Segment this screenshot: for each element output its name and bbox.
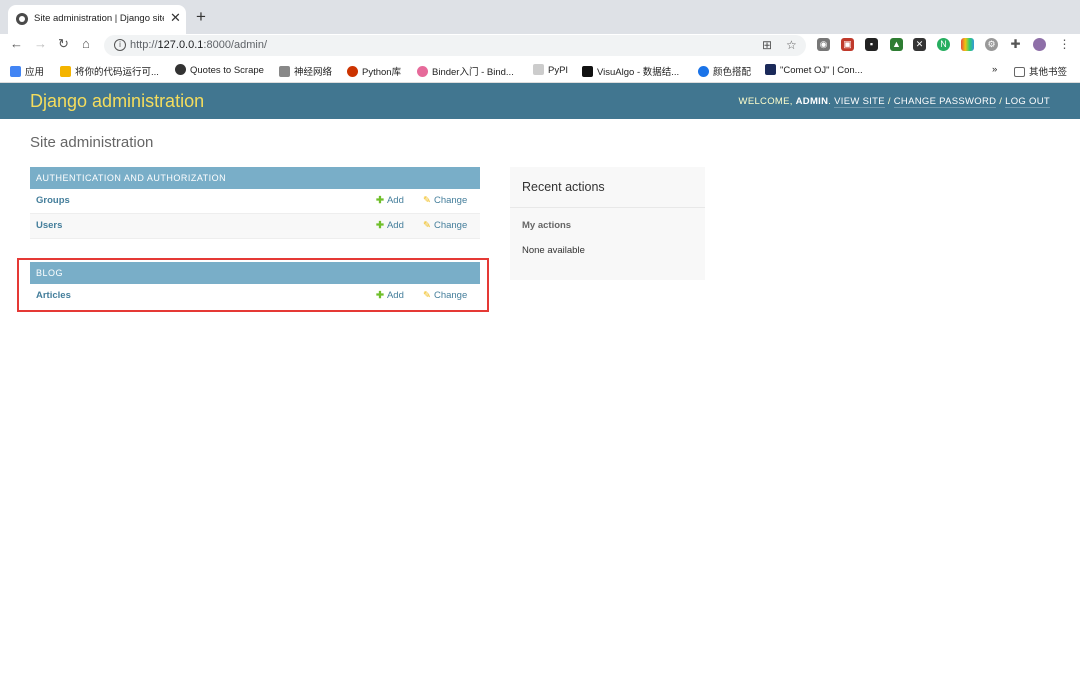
folder-icon [1014,67,1025,77]
view-site-link[interactable]: VIEW SITE [834,96,885,108]
add-groups-button[interactable]: ✚ Add [376,195,404,206]
change-password-link[interactable]: CHANGE PASSWORD [893,96,997,108]
table-row: Groups ✚ Add ✎ Change [30,189,480,214]
apps-grid-icon [10,66,21,77]
close-tab-icon[interactable]: ✕ [170,10,181,26]
info-icon[interactable]: i [114,39,126,51]
extensions-puzzle-icon[interactable]: ✚ [1009,38,1022,51]
x-extension-icon[interactable]: ✕ [913,38,926,51]
log-out-link[interactable]: LOG OUT [1005,96,1050,108]
image-icon [279,66,290,77]
table-row: Users ✚ Add ✎ Change [30,214,480,239]
forward-icon[interactable]: → [34,36,47,51]
address-bar[interactable]: i http://127.0.0.1:8000/admin/ ⊞ ☆ [104,35,806,56]
my-actions-heading: My actions [522,220,572,231]
bookmark-item[interactable]: Quotes to Scrape [175,64,264,76]
browser-tab[interactable]: Site administration | Django site admin … [8,5,186,34]
bookmark-apps[interactable]: 应用 [10,64,44,78]
visualgo-icon [582,66,593,77]
username: ADMIN [795,96,829,107]
pencil-icon: ✎ [423,220,431,231]
tab-title: Site administration | Django site admin [34,13,164,24]
globe-icon [16,13,28,25]
python-lib-icon [347,66,358,77]
bookmark-item[interactable]: "Comet OJ" | Con... [765,64,863,76]
separator: / [887,96,891,107]
divider [510,207,705,208]
bookmark-star-icon[interactable]: ☆ [786,38,797,52]
extension-icon[interactable]: ▪ [865,38,878,51]
avatar[interactable] [1033,38,1046,51]
home-icon[interactable]: ⌂ [82,36,90,51]
globe-icon [175,64,186,75]
bookmarks-bar: 应用 将你的代码运行可... Quotes to Scrape 神经网络 Pyt… [0,59,1080,83]
python-icon [60,66,71,77]
model-link-users[interactable]: Users [36,220,62,231]
plus-icon: ✚ [376,220,384,231]
camera-extension-icon[interactable]: ◉ [817,38,830,51]
url-text: http://127.0.0.1:8000/admin/ [130,39,268,51]
pencil-icon: ✎ [423,195,431,206]
back-icon[interactable]: ← [10,36,23,51]
page-title: Site administration [30,134,154,151]
module-auth: AUTHENTICATION AND AUTHORIZATION Groups … [30,167,480,239]
browser-tab-bar: Site administration | Django site admin … [0,0,1080,34]
model-link-groups[interactable]: Groups [36,195,70,206]
n-extension-icon[interactable]: N [937,38,950,51]
comet-oj-icon [765,64,776,75]
bookmark-item[interactable]: 神经网络 [279,64,332,78]
plus-icon: ✚ [376,195,384,206]
django-header: Django administration WELCOME, ADMIN. VI… [0,83,1080,119]
menu-icon[interactable]: ⋮ [1058,38,1071,51]
other-bookmarks[interactable]: 其他书签 [1014,64,1067,78]
color-extension-icon[interactable] [961,38,974,51]
color-icon [698,66,709,77]
bookmarks-overflow-button[interactable]: » [992,64,997,75]
binder-icon [417,66,428,77]
bookmark-item[interactable]: PyPI [533,64,568,76]
on-extension-icon[interactable]: ▲ [890,38,903,51]
user-tools: WELCOME, ADMIN. VIEW SITE / CHANGE PASSW… [738,96,1050,108]
bookmark-item[interactable]: VisuAlgo - 数据结... [582,64,679,78]
module-caption[interactable]: AUTHENTICATION AND AUTHORIZATION [30,167,480,189]
add-users-button[interactable]: ✚ Add [376,220,404,231]
bookmark-item[interactable]: 颜色搭配 [698,64,751,78]
empty-state-text: None available [522,245,585,256]
change-users-button[interactable]: ✎ Change [423,220,467,231]
pypi-icon [533,64,544,75]
bookmark-item[interactable]: Binder入门 - Bind... [417,64,514,78]
screenshot-extension-icon[interactable]: ▣ [841,38,854,51]
recent-actions-panel: Recent actions My actions None available [510,167,705,280]
recent-actions-title: Recent actions [522,180,605,194]
separator: / [999,96,1003,107]
bookmark-item[interactable]: 将你的代码运行可... [60,64,159,78]
settings-extension-icon[interactable]: ⚙ [985,38,998,51]
translate-icon[interactable]: ⊞ [762,38,772,52]
new-tab-button[interactable]: + [196,8,206,25]
welcome-text: WELCOME, [738,96,793,107]
reload-icon[interactable]: ↻ [58,36,69,52]
change-groups-button[interactable]: ✎ Change [423,195,467,206]
bookmark-item[interactable]: Python库 [347,64,401,78]
site-brand[interactable]: Django administration [30,91,204,112]
highlight-box [17,258,489,312]
browser-toolbar: ← → ↻ ⌂ i http://127.0.0.1:8000/admin/ ⊞… [0,34,1080,57]
